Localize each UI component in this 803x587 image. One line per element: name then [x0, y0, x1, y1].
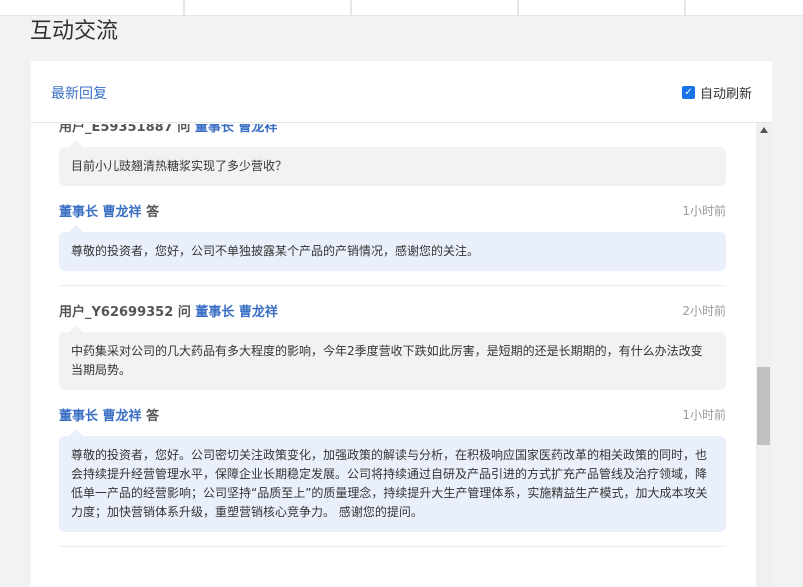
answer-bubble: 尊敬的投资者，您好。公司密切关注政策变化，加强政策的解读与分析，在积极响应国家医… — [59, 429, 726, 532]
top-tab-4[interactable] — [519, 0, 684, 15]
qa-feed: 用户_E59351887 问 董事长 曹龙祥 目前小儿豉翘清热糖浆实现了多少营收… — [59, 124, 726, 561]
question-time: 2小时前 — [682, 303, 726, 318]
auto-refresh-toggle[interactable]: ✓ 自动刷新 — [681, 83, 752, 102]
answer-time: 1小时前 — [682, 203, 726, 218]
target-link[interactable]: 董事长 曹龙祥 — [195, 305, 278, 320]
answer-verb: 答 — [146, 408, 160, 424]
interaction-panel: 最新回复 ✓ 自动刷新 用户_E59351887 问 董事长 曹龙祥 目前小儿豉… — [31, 61, 772, 587]
question-meta: 用户_E59351887 问 董事长 曹龙祥 — [59, 124, 726, 135]
answer-bubble: 尊敬的投资者，您好，公司不单独披露某个产品的产销情况，感谢您的关注。 — [59, 225, 726, 271]
scrollbar-thumb[interactable] — [757, 367, 770, 445]
feed-scroll-area[interactable]: 用户_E59351887 问 董事长 曹龙祥 目前小儿豉翘清热糖浆实现了多少营收… — [31, 124, 772, 587]
panel-header: 最新回复 ✓ 自动刷新 — [31, 61, 772, 123]
question-bubble: 中药集采对公司的几大药品有多大程度的影响，今年2季度营收下跌如此厉害，是短期的还… — [59, 325, 726, 390]
page-title: 互动交流 — [30, 19, 119, 44]
top-tab-2[interactable] — [185, 0, 350, 15]
answerer-link[interactable]: 董事长 曹龙祥 — [59, 409, 142, 424]
target-link[interactable]: 董事长 曹龙祥 — [195, 124, 278, 135]
scroll-up-arrow-icon[interactable] — [760, 127, 768, 133]
top-tab-3[interactable] — [352, 0, 517, 15]
top-tab-5[interactable] — [686, 0, 803, 15]
ask-verb: 问 — [177, 124, 191, 135]
question-meta: 用户_Y62699352 问 董事长 曹龙祥 2小时前 — [59, 300, 726, 320]
answer-time: 1小时前 — [682, 407, 726, 422]
ask-verb: 问 — [177, 304, 191, 320]
top-tab-strip — [0, 0, 803, 16]
asker-name[interactable]: 用户_E59351887 — [59, 124, 173, 135]
qa-item: 用户_Y62699352 问 董事长 曹龙祥 2小时前 中药集采对公司的几大药品… — [59, 300, 726, 547]
answerer-link[interactable]: 董事长 曹龙祥 — [59, 205, 142, 220]
auto-refresh-checkbox[interactable]: ✓ — [681, 86, 695, 99]
answer-verb: 答 — [146, 204, 160, 220]
asker-name[interactable]: 用户_Y62699352 — [59, 305, 173, 320]
answer-meta: 董事长 曹龙祥 答 1小时前 — [59, 200, 726, 220]
question-bubble: 目前小儿豉翘清热糖浆实现了多少营收？ — [59, 140, 726, 186]
auto-refresh-label: 自动刷新 — [699, 87, 752, 102]
qa-item: 用户_E59351887 问 董事长 曹龙祥 目前小儿豉翘清热糖浆实现了多少营收… — [59, 124, 726, 286]
tab-latest-replies[interactable]: 最新回复 — [51, 83, 107, 103]
answer-meta: 董事长 曹龙祥 答 1小时前 — [59, 404, 726, 424]
feed-scrollbar[interactable] — [756, 123, 772, 587]
